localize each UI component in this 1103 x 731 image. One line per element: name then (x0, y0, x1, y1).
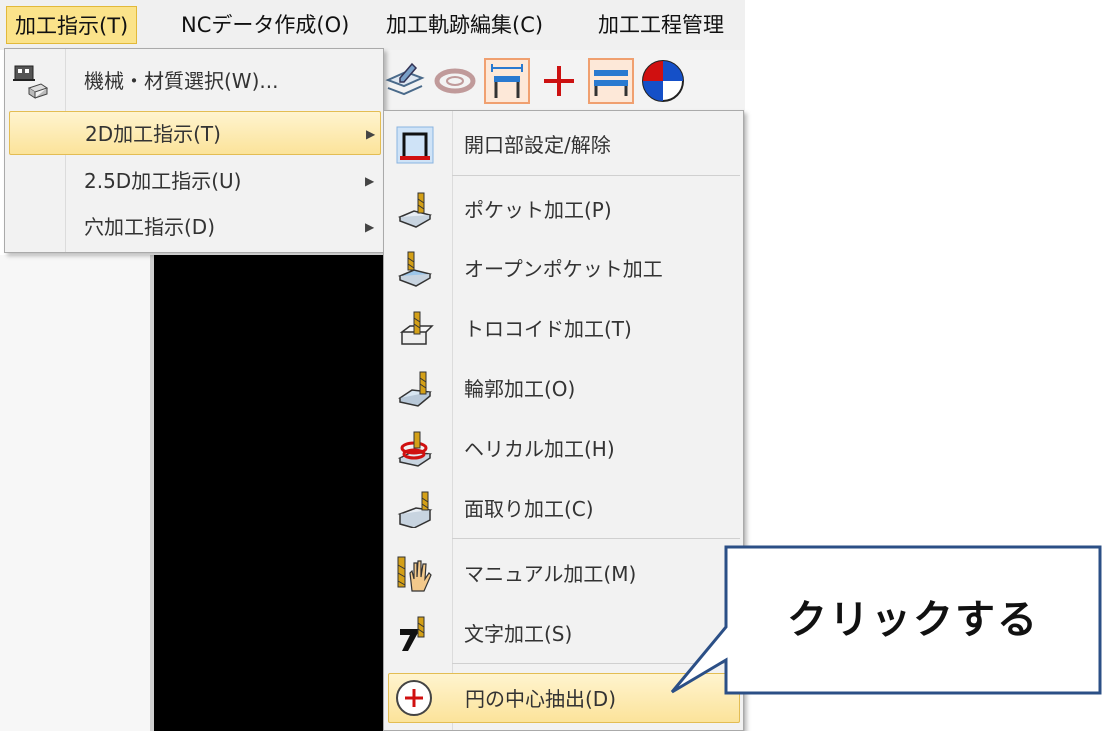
trochoid-icon (399, 311, 434, 345)
menu-item-25d-kakou[interactable]: 2.5D加工指示(U) ▶ (9, 159, 381, 203)
submenu-arrow-icon: ▶ (366, 127, 376, 141)
menu-separator (452, 538, 740, 539)
machine-material-icon (13, 65, 49, 99)
quadrant-target-icon[interactable] (640, 58, 686, 104)
contour-icon (398, 371, 432, 407)
viewport-canvas[interactable] (154, 255, 394, 731)
kakou-shiji-dropdown: 機械・材質選択(W)... 2D加工指示(T) ▶ 2.5D加工指示(U) ▶ … (4, 48, 384, 253)
menu-item-machine-material[interactable]: 機械・材質選択(W)... (9, 59, 381, 103)
menu-item-pocket[interactable]: ポケット加工(P) (388, 188, 740, 232)
menu-item-label: 機械・材質選択(W)... (84, 69, 279, 93)
menu-item-ana-kakou[interactable]: 穴加工指示(D) ▶ (9, 205, 381, 249)
callout-text: クリックする (787, 597, 1039, 643)
menu-item-text-engrave[interactable]: 文字加工(S) (388, 612, 740, 656)
chamfer-icon (397, 491, 433, 528)
open-pocket-icon (397, 251, 432, 287)
menu-item-label: 輪郭加工(O) (464, 377, 576, 401)
menu-item-label: 穴加工指示(D) (84, 215, 216, 239)
menu-item-helical[interactable]: ヘリカル加工(H) (388, 427, 740, 471)
2d-kakou-submenu: 開口部設定/解除 ポケット加工(P) オープンポケット加工 トロコイド加工(T) (383, 110, 744, 731)
menu-item-contour[interactable]: 輪郭加工(O) (388, 367, 740, 411)
menu-item-label: 2.5D加工指示(U) (84, 169, 242, 193)
menu-item-trochoid[interactable]: トロコイド加工(T) (388, 307, 740, 351)
menu-item-label: オープンポケット加工 (464, 257, 663, 281)
menu-kiseki-henshu[interactable]: 加工軌跡編集(C) (378, 6, 551, 44)
manual-hand-icon (397, 556, 432, 592)
helical-icon (397, 431, 433, 467)
toolbar (380, 50, 745, 112)
bar-icon[interactable] (588, 58, 634, 104)
plus-icon[interactable] (536, 58, 582, 104)
menu-item-label: 開口部設定/解除 (464, 133, 611, 157)
submenu-arrow-icon: ▶ (365, 220, 375, 234)
menu-item-label: 文字加工(S) (464, 622, 573, 646)
opening-setting-icon (396, 126, 434, 164)
submenu-arrow-icon: ▶ (365, 174, 375, 188)
menu-item-manual[interactable]: マニュアル加工(M) (388, 552, 740, 596)
menu-item-label: 2D加工指示(T) (85, 122, 221, 146)
menu-koutei-kanri[interactable]: 加工工程管理 (590, 6, 732, 44)
menu-item-2d-kakou[interactable]: 2D加工指示(T) ▶ (9, 111, 381, 155)
menu-item-chamfer[interactable]: 面取り加工(C) (388, 487, 740, 531)
menu-item-label: トロコイド加工(T) (464, 317, 632, 341)
menu-item-label: ヘリカル加工(H) (464, 437, 615, 461)
circle-center-icon (396, 680, 432, 716)
menu-item-opening-setting[interactable]: 開口部設定/解除 (388, 123, 740, 167)
layer-stack-icon[interactable] (382, 58, 428, 104)
menu-item-label: 円の中心抽出(D) (465, 687, 617, 711)
dimension-icon[interactable] (484, 58, 530, 104)
menu-nc-data[interactable]: NCデータ作成(O) (173, 6, 357, 44)
menu-kakou-shiji[interactable]: 加工指示(T) (6, 6, 138, 44)
menu-item-circle-center[interactable]: 円の中心抽出(D) (388, 673, 740, 723)
menu-bar: 加工指示(T) NCデータ作成(O) 加工軌跡編集(C) 加工工程管理 (0, 0, 745, 50)
text-engrave-icon (400, 616, 425, 651)
menu-item-label: マニュアル加工(M) (464, 562, 637, 586)
menu-separator (452, 663, 740, 664)
side-panel (0, 255, 152, 731)
ring-icon[interactable] (432, 58, 478, 104)
menu-separator (452, 175, 740, 176)
pocket-icon (397, 192, 432, 228)
menu-item-label: 面取り加工(C) (464, 497, 594, 521)
menu-item-open-pocket[interactable]: オープンポケット加工 (388, 247, 740, 291)
menu-item-label: ポケット加工(P) (464, 198, 612, 222)
